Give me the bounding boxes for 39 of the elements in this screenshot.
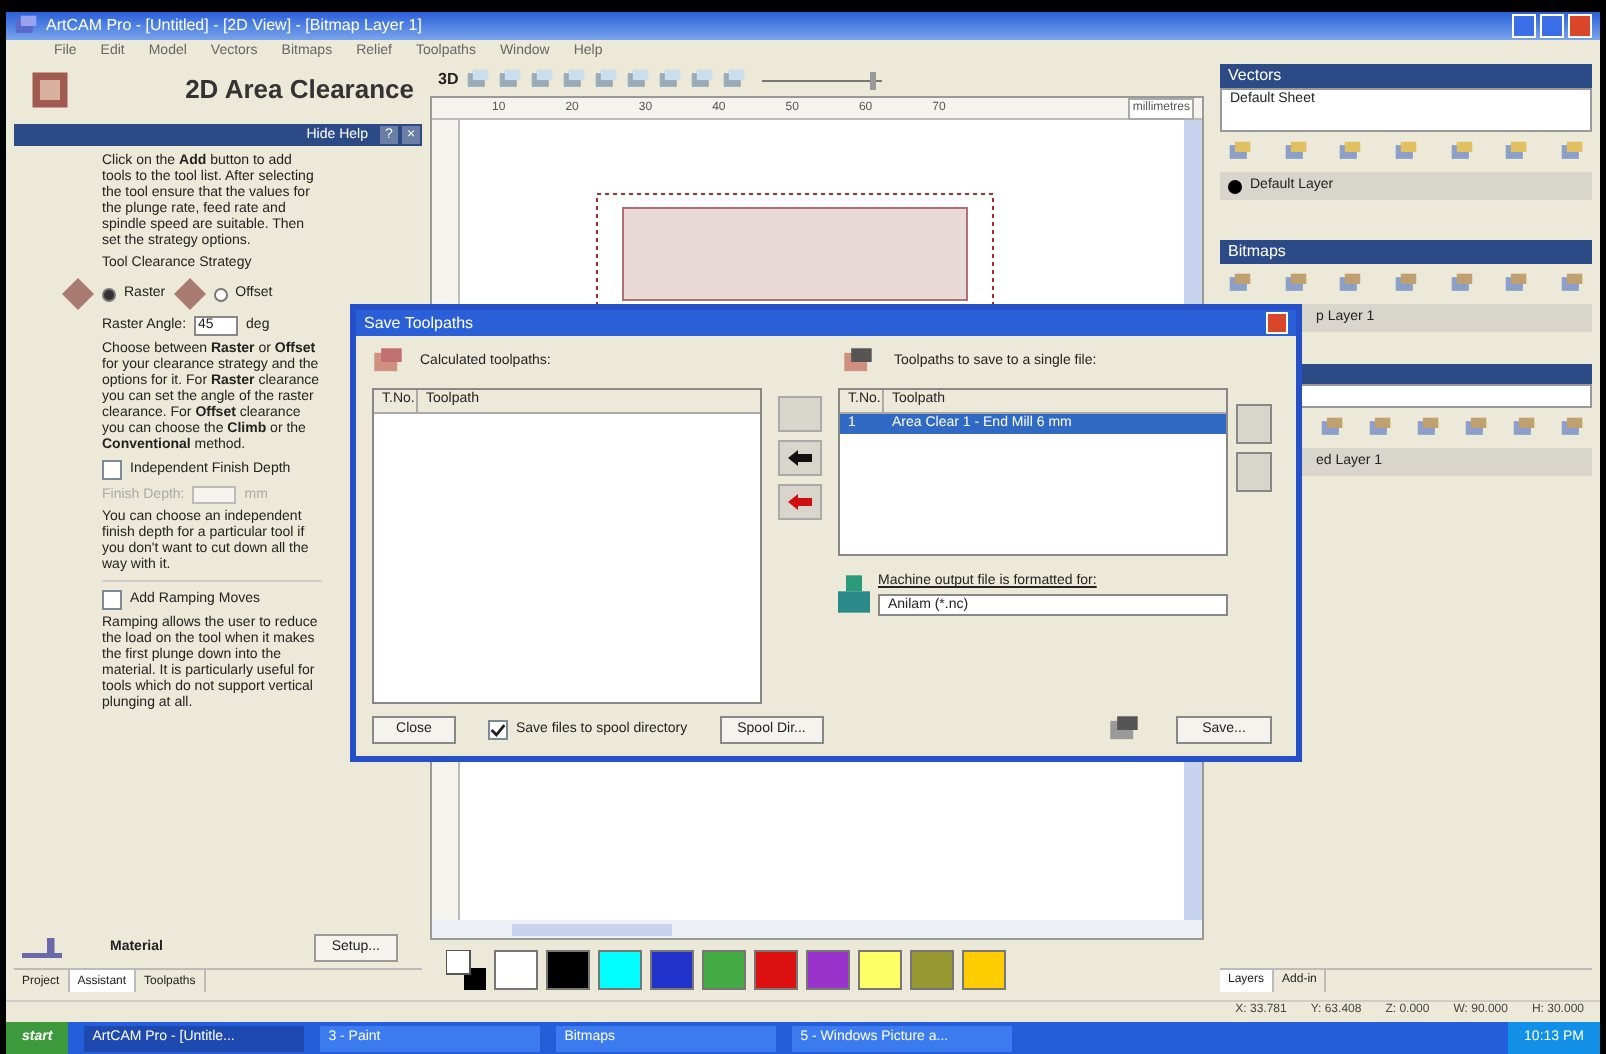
- machine-icon: [838, 573, 870, 614]
- 3d-button[interactable]: 3D: [438, 68, 459, 92]
- close-button[interactable]: [1266, 312, 1288, 334]
- minimize-button[interactable]: [1512, 14, 1536, 38]
- palette-color[interactable]: [858, 950, 902, 990]
- zoom-slider-thumb[interactable]: [870, 71, 877, 89]
- maximize-button[interactable]: [1540, 14, 1564, 38]
- palette-color[interactable]: [910, 950, 954, 990]
- horizontal-scrollbar[interactable]: [432, 920, 1202, 938]
- strategy-icon: [173, 278, 206, 310]
- palette-color[interactable]: [806, 950, 850, 990]
- bitmaps-header: Bitmaps: [1220, 240, 1592, 264]
- palette-color[interactable]: [494, 950, 538, 990]
- panel-title: 2D Area Clearance: [185, 82, 414, 98]
- window-title: ArtCAM Pro - [Untitled] - [2D View] - [Bitmap Layer 1]: [46, 14, 422, 38]
- palette-color[interactable]: [702, 950, 746, 990]
- move-down-button[interactable]: [1236, 452, 1272, 492]
- dialog-title: Save Toolpaths: [364, 311, 474, 335]
- color-swatch-icon[interactable]: [446, 950, 486, 990]
- left-arrow-icon: [788, 450, 812, 466]
- strategy-icon: [62, 278, 94, 310]
- checkbox[interactable]: [102, 460, 122, 480]
- finish-depth-field[interactable]: [192, 486, 237, 504]
- vectors-header: Vectors: [1220, 64, 1592, 88]
- palette-color[interactable]: [546, 950, 590, 990]
- move-up-button[interactable]: [1236, 404, 1272, 444]
- remove-all-button[interactable]: [778, 484, 822, 520]
- radio-button[interactable]: [213, 287, 228, 301]
- palette-color[interactable]: [962, 950, 1006, 990]
- palette-color[interactable]: [650, 950, 694, 990]
- checkbox[interactable]: [102, 590, 122, 610]
- close-button[interactable]: [1568, 14, 1592, 38]
- left-arrow-icon: [788, 494, 812, 510]
- remove-button[interactable]: [778, 440, 822, 476]
- radio-button[interactable]: [102, 287, 116, 301]
- area-clearance-icon: [30, 70, 70, 110]
- checkbox[interactable]: [488, 720, 508, 740]
- palette-color[interactable]: [598, 950, 642, 990]
- palette-color[interactable]: [754, 950, 798, 990]
